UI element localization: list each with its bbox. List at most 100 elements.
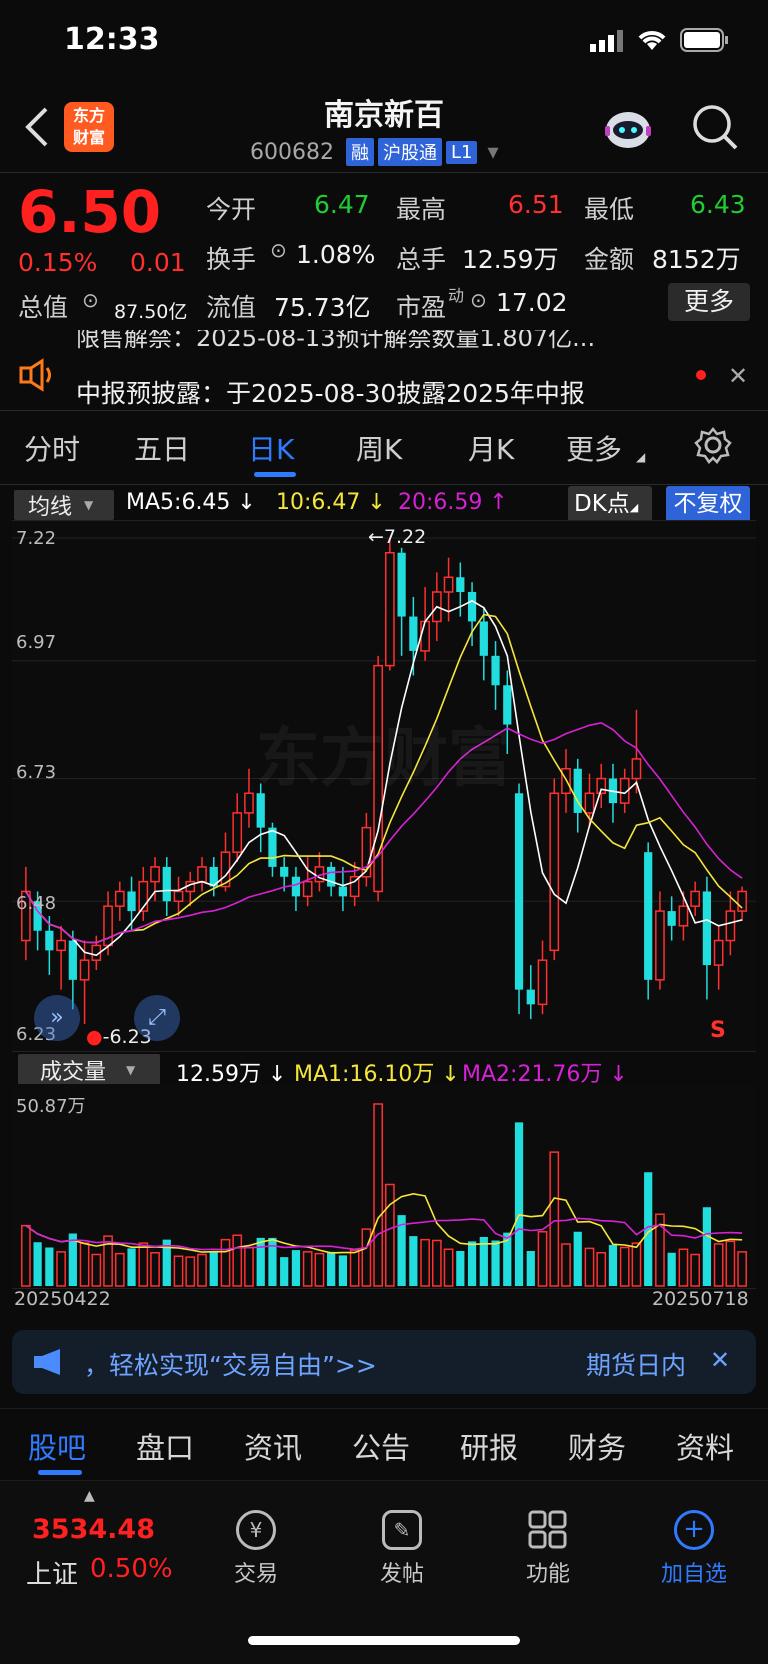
volume-bar [619, 1246, 630, 1287]
tab-weekly[interactable]: 周K [356, 428, 402, 468]
volume-chart[interactable] [12, 1084, 756, 1288]
volume-bar [431, 1239, 442, 1287]
signal-icon [590, 30, 626, 56]
volume-bar [514, 1122, 524, 1286]
fullscreen-button[interactable]: ⤢ [134, 995, 180, 1041]
turnover-label: 换手 [206, 245, 257, 274]
volume-label: 总手 [396, 245, 447, 274]
volume-bar [56, 1251, 66, 1287]
candle-body [503, 685, 512, 725]
tab-guba[interactable]: 股吧 [28, 1425, 86, 1467]
candle-body [397, 552, 406, 617]
dropdown-icon: ▼ [84, 498, 94, 512]
ma10-value: 10:6.47 ↓ [276, 490, 386, 515]
candle-body [690, 890, 701, 907]
volume-bar [467, 1241, 477, 1286]
candle-body [232, 812, 243, 853]
pe-sup: 动 [448, 286, 465, 305]
nav-add-watchlist[interactable]: + 加自选 [644, 1510, 744, 1588]
info-icon[interactable]: ⊙ [82, 288, 99, 312]
high-value: 6.51 [508, 190, 564, 219]
volume-bar [702, 1207, 712, 1286]
volume-selector[interactable]: 成交量 ▼ [18, 1054, 160, 1086]
amount-value: 8152万 [652, 245, 741, 274]
candle-body [280, 866, 289, 877]
no-adjust-button[interactable]: 不复权 [666, 486, 750, 522]
kline-chart[interactable]: 东方财富 [12, 520, 756, 1050]
volume-bar [596, 1252, 607, 1287]
banner-right-text[interactable]: 期货日内 [586, 1346, 686, 1382]
stock-code-row[interactable]: 600682 融 沪股通 L1 ▾ [250, 138, 499, 166]
volume-bar [173, 1255, 184, 1287]
notice-line-1[interactable]: 限售解禁：2025-08-13预计解禁数量1.807亿... [76, 330, 696, 350]
tab-research[interactable]: 研报 [460, 1425, 518, 1467]
volume-bar [127, 1248, 136, 1286]
robot-assistant-icon[interactable] [600, 100, 656, 160]
candle-body [338, 886, 348, 897]
chevron-down-icon: ▾ [487, 139, 499, 165]
ma-selector[interactable]: 均线 ▼ [14, 490, 114, 520]
candle-body [526, 989, 535, 1005]
expand-left-button[interactable]: » [34, 995, 80, 1041]
volume-bar [667, 1252, 676, 1286]
nav-functions[interactable]: 功能 [498, 1510, 598, 1588]
tag-connect: 沪股通 [377, 138, 442, 166]
speaker-icon [18, 358, 58, 396]
dk-point-button[interactable]: DK点◢ [568, 486, 652, 522]
plus-icon: + [674, 1510, 714, 1550]
nav-post[interactable]: ✎ 发帖 [352, 1510, 452, 1588]
candle-body [702, 891, 712, 966]
banner-text[interactable]: ，轻松实现“交易自由”>> [84, 1346, 377, 1382]
caret-up-icon: ▲ [84, 1488, 95, 1504]
candle-body [173, 890, 184, 903]
volume-bar [327, 1251, 336, 1286]
volume-bar [349, 1249, 360, 1287]
corner-arrow-icon: ◢ [636, 450, 646, 464]
more-button[interactable]: 更多 [668, 283, 750, 321]
volume-bar [573, 1231, 582, 1286]
divider [0, 172, 768, 173]
volume-bar [725, 1240, 736, 1287]
candle-body [256, 793, 265, 828]
tab-profile[interactable]: 资料 [676, 1425, 734, 1467]
volume-bar [232, 1234, 243, 1287]
tab-5day[interactable]: 五日 [134, 428, 190, 468]
candle-body [491, 655, 500, 686]
nav-trade[interactable]: ¥ 交易 [206, 1510, 306, 1588]
close-icon[interactable]: ✕ [710, 1346, 730, 1374]
tab-finance[interactable]: 财务 [568, 1425, 626, 1467]
candle-body [479, 621, 488, 656]
volume-bar [456, 1251, 465, 1286]
volume-bar [244, 1246, 254, 1287]
tab-daily[interactable]: 日K [248, 428, 294, 468]
candle-body [725, 910, 736, 942]
volume-bar [443, 1248, 454, 1287]
tab-news[interactable]: 资讯 [244, 1425, 302, 1467]
index-panel[interactable]: ▲ 3534.48 上证 0.50% [0, 1488, 190, 1598]
volume-bar [256, 1237, 265, 1286]
end-date: 20250718 [652, 1288, 749, 1310]
sell-signal: S [710, 1018, 726, 1043]
close-icon[interactable]: ✕ [728, 362, 748, 390]
tab-more[interactable]: 更多 [566, 428, 622, 468]
candle-body [514, 793, 524, 990]
tab-intraday[interactable]: 分时 [24, 428, 80, 468]
tab-orderbook[interactable]: 盘口 [136, 1425, 194, 1467]
notice-line-2[interactable]: 中报预披露：于2025-08-30披露2025年中报 [76, 374, 585, 410]
candle-body [631, 758, 642, 780]
search-icon[interactable] [690, 102, 740, 156]
divider [0, 410, 768, 411]
tab-monthly[interactable]: 月K [468, 428, 514, 468]
info-icon[interactable]: ⊙ [270, 238, 287, 262]
gear-icon[interactable] [694, 426, 732, 468]
tab-announcements[interactable]: 公告 [352, 1425, 410, 1467]
volume-bar [302, 1251, 313, 1287]
volume-bar [690, 1253, 701, 1287]
candle-body [268, 827, 277, 867]
y-tick-label: 7.22 [16, 528, 57, 549]
candle-body [537, 959, 548, 1006]
low-value: 6.43 [690, 190, 746, 219]
info-icon[interactable]: ⊙ [470, 288, 487, 312]
y-tick-label: 6.48 [16, 893, 57, 914]
y-tick-label: 6.73 [16, 762, 57, 783]
